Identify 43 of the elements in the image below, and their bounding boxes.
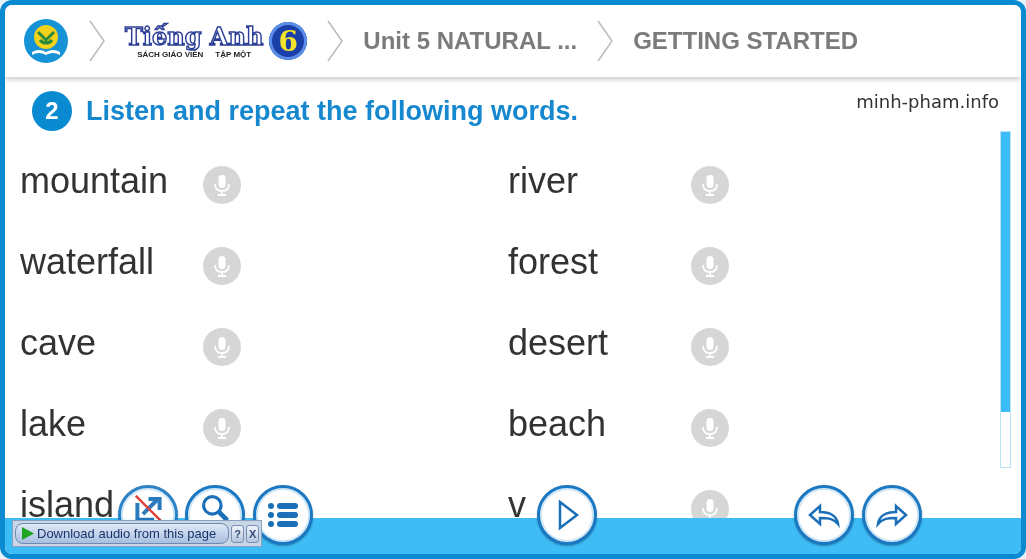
vocabulary-word: cave bbox=[20, 322, 97, 364]
chevron-icon bbox=[87, 19, 107, 63]
vocabulary-word: lake bbox=[20, 403, 87, 445]
vocabulary-word: river bbox=[508, 160, 578, 202]
exercise-number: 2 bbox=[32, 91, 72, 131]
vocabulary-word: waterfall bbox=[20, 241, 155, 283]
search-icon bbox=[201, 495, 229, 522]
publisher-logo-icon bbox=[23, 18, 69, 64]
microphone-icon[interactable] bbox=[691, 409, 729, 447]
vocabulary-word: v bbox=[508, 484, 526, 518]
microphone-icon[interactable] bbox=[691, 328, 729, 366]
vocabulary-word: island bbox=[20, 484, 115, 518]
vocabulary-word: beach bbox=[508, 403, 607, 445]
microphone-icon[interactable] bbox=[203, 328, 241, 366]
site-credit: minh-pham.info bbox=[856, 91, 999, 112]
microphone-icon[interactable] bbox=[203, 166, 241, 204]
share-icon bbox=[134, 495, 162, 522]
microphone-icon[interactable] bbox=[691, 490, 729, 518]
book-subtitle: SÁCH GIÁO VIÊN bbox=[137, 49, 204, 59]
vocabulary-word: desert bbox=[508, 322, 609, 364]
scrollbar-thumb[interactable] bbox=[1001, 132, 1010, 412]
breadcrumb-link[interactable]: Unit 5 NATURAL ... bbox=[363, 27, 578, 55]
chevron-icon bbox=[325, 19, 346, 63]
back-button[interactable] bbox=[794, 485, 854, 545]
close-button[interactable]: X bbox=[245, 524, 260, 543]
vocabulary-word: forest bbox=[508, 241, 599, 283]
vocabulary-word: mountain bbox=[20, 160, 169, 202]
play-button[interactable] bbox=[537, 485, 597, 545]
book-volume: TẬP MỘT bbox=[215, 49, 252, 59]
book-title: Tiếng Anh bbox=[125, 23, 264, 50]
play-icon bbox=[22, 527, 34, 540]
help-button[interactable]: ? bbox=[231, 524, 244, 543]
microphone-icon[interactable] bbox=[203, 409, 241, 447]
breadcrumb-link[interactable]: GETTING STARTED bbox=[633, 27, 859, 55]
forward-button[interactable] bbox=[862, 485, 922, 545]
download-audio-button[interactable]: Download audio from this page bbox=[15, 523, 230, 544]
microphone-icon[interactable] bbox=[691, 166, 729, 204]
microphone-icon[interactable] bbox=[691, 247, 729, 285]
scrollbar[interactable] bbox=[1000, 131, 1011, 468]
grade-badge: 6 bbox=[269, 22, 308, 60]
microphone-icon[interactable] bbox=[203, 247, 241, 285]
chevron-icon bbox=[595, 19, 616, 63]
exercise-instruction: Listen and repeat the following words. bbox=[86, 95, 579, 127]
